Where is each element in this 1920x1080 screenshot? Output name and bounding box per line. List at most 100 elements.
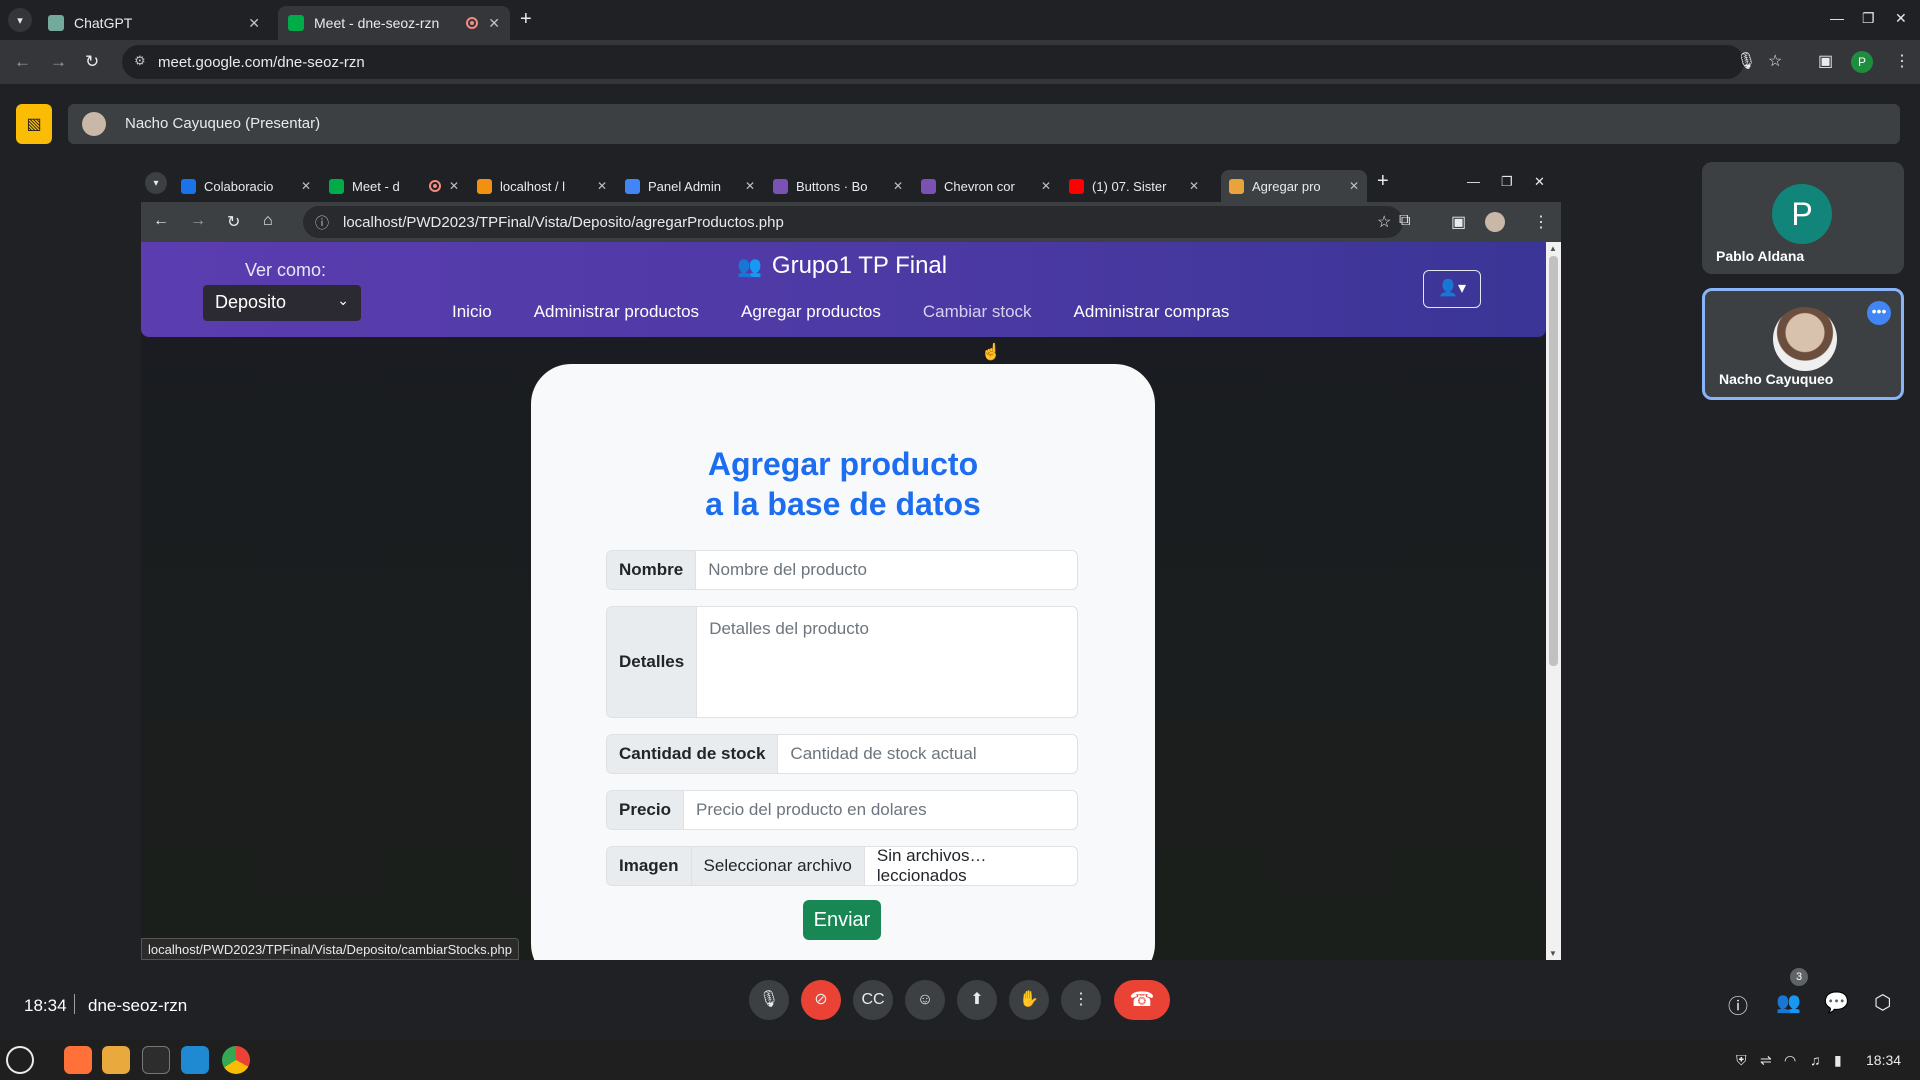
camera-button[interactable]: ⊘ [801, 980, 841, 1020]
info-icon[interactable]: ⓘ [315, 213, 329, 233]
stop-presenting-icon[interactable]: ▧ [16, 104, 52, 144]
chrome-icon[interactable] [222, 1046, 250, 1074]
avatar[interactable] [1485, 212, 1505, 232]
forward-icon[interactable]: → [190, 212, 206, 230]
stock-input[interactable]: Cantidad de stock actual [777, 734, 1078, 774]
close-tab-icon[interactable]: ✕ [745, 179, 755, 193]
new-tab-button[interactable]: + [1377, 170, 1389, 193]
menu-kebab-icon[interactable]: ⋮ [1894, 51, 1910, 71]
close-tab-icon[interactable]: ✕ [488, 15, 500, 32]
imagen-row: Imagen Seleccionar archivo Sin archivos…… [606, 846, 1078, 886]
side-panel-icon[interactable]: ▣ [1451, 212, 1466, 232]
submit-button[interactable]: Enviar [803, 900, 881, 940]
battery-icon[interactable]: ▮ [1834, 1052, 1842, 1069]
user-menu-button[interactable]: 👤▾ [1423, 270, 1481, 308]
nombre-input[interactable]: Nombre del producto [695, 550, 1078, 590]
present-button[interactable]: ⬆ [957, 980, 997, 1020]
close-window-icon[interactable]: ✕ [1534, 174, 1545, 190]
minimize-icon[interactable]: — [1830, 10, 1844, 26]
address-bar[interactable]: ⚙ meet.google.com/dne-seoz-rzn [122, 45, 1744, 79]
back-icon[interactable]: ← [14, 52, 31, 72]
close-tab-icon[interactable]: ✕ [1349, 179, 1359, 193]
raise-hand-button[interactable]: ✋ [1009, 980, 1049, 1020]
people-icon[interactable]: 👥 [1776, 990, 1801, 1015]
home-icon[interactable]: ⌂ [263, 212, 273, 230]
file-select-button[interactable]: Seleccionar archivo [690, 846, 865, 886]
meeting-info-icon[interactable]: ⓘ [1728, 990, 1748, 1019]
bookmark-star-icon[interactable]: ☆ [1377, 212, 1391, 232]
tab-search-icon[interactable]: ▾ [8, 8, 32, 32]
forward-icon[interactable]: → [50, 52, 67, 72]
files-icon[interactable] [102, 1046, 130, 1074]
presenter-name: Nacho Cayuqueo (Presentar) [125, 115, 321, 132]
new-tab-button[interactable]: + [520, 8, 532, 31]
close-tab-icon[interactable]: ✕ [1189, 179, 1199, 193]
bookmark-star-icon[interactable]: ☆ [1768, 51, 1782, 71]
wifi-icon[interactable]: ◠ [1784, 1052, 1796, 1069]
back-icon[interactable]: ← [153, 212, 169, 230]
profile-avatar[interactable]: P [1851, 51, 1873, 73]
more-options-button[interactable]: ⋮ [1061, 980, 1101, 1020]
page-scrollbar[interactable]: ▲ ▼ [1546, 242, 1561, 960]
nav-inicio[interactable]: Inicio [452, 302, 492, 322]
inner-tab[interactable]: Chevron cor ✕ [913, 170, 1059, 202]
precio-input[interactable]: Precio del producto en dolares [682, 790, 1078, 830]
scroll-down-icon[interactable]: ▼ [1549, 949, 1557, 958]
firefox-icon[interactable] [64, 1046, 92, 1074]
vscode-icon[interactable] [181, 1046, 209, 1074]
menu-kebab-icon[interactable]: ⋮ [1533, 212, 1549, 232]
extensions-icon[interactable]: ⧉ [1399, 212, 1410, 230]
close-tab-icon[interactable]: ✕ [449, 179, 459, 193]
reload-icon[interactable]: ↻ [85, 52, 99, 72]
restore-icon[interactable]: ❐ [1862, 10, 1875, 27]
close-tab-icon[interactable]: ✕ [301, 179, 311, 193]
microphone-button[interactable]: 🎙 [749, 980, 789, 1020]
tab-meet[interactable]: Meet - dne-seoz-rzn ✕ [278, 6, 510, 40]
inner-tab[interactable]: Panel Admin ✕ [617, 170, 763, 202]
role-select[interactable]: Deposito ⌄ [203, 285, 361, 321]
inner-tab[interactable]: (1) 07. Sister ✕ [1061, 170, 1207, 202]
close-tab-icon[interactable]: ✕ [597, 179, 607, 193]
recording-icon [466, 17, 479, 29]
close-tab-icon[interactable]: ✕ [893, 179, 903, 193]
emoji-button[interactable]: ☺ [905, 980, 945, 1020]
captions-button[interactable]: CC [853, 980, 893, 1020]
inner-tab[interactable]: Buttons · Bo ✕ [765, 170, 911, 202]
chat-icon[interactable]: 💬 [1824, 990, 1849, 1015]
more-options-icon[interactable]: ••• [1867, 301, 1891, 325]
nav-administrar-productos[interactable]: Administrar productos [534, 302, 699, 322]
tab-search-icon[interactable]: ▾ [145, 172, 167, 194]
leave-call-button[interactable]: ☎ [1114, 980, 1170, 1020]
scroll-up-icon[interactable]: ▲ [1549, 244, 1557, 253]
shield-icon[interactable]: ⛨ [1736, 1052, 1747, 1069]
inner-tab-active[interactable]: Agregar pro ✕ [1221, 170, 1367, 202]
microphone-icon[interactable]: 🎙 [1736, 51, 1756, 71]
inner-tab[interactable]: Meet - d ✕ [321, 170, 467, 202]
network-icon[interactable]: ⇌ [1760, 1052, 1772, 1069]
activities-icon[interactable]: ⬡ [1874, 990, 1891, 1015]
reload-icon[interactable]: ↻ [227, 212, 240, 232]
restore-icon[interactable]: ❐ [1501, 174, 1513, 190]
close-window-icon[interactable]: ✕ [1895, 10, 1907, 27]
nav-administrar-compras[interactable]: Administrar compras [1074, 302, 1230, 322]
tab-chatgpt[interactable]: ChatGPT ✕ [38, 6, 270, 40]
close-tab-icon[interactable]: ✕ [1041, 179, 1051, 193]
detalles-textarea[interactable]: Detalles del producto [696, 606, 1078, 718]
detalles-label: Detalles [606, 606, 697, 718]
nav-cambiar-stock[interactable]: Cambiar stock [923, 302, 1032, 322]
inner-tab[interactable]: localhost / l ✕ [469, 170, 615, 202]
terminal-icon[interactable] [142, 1046, 170, 1074]
inner-tab[interactable]: Colaboracio ✕ [173, 170, 319, 202]
nav-agregar-productos[interactable]: Agregar productos [741, 302, 881, 322]
site-settings-icon[interactable]: ⚙ [134, 53, 146, 69]
participant-tile[interactable]: ••• Nacho Cayuqueo [1702, 288, 1904, 400]
scroll-thumb[interactable] [1549, 256, 1558, 666]
site-brand[interactable]: 👥 Grupo1 TP Final [737, 252, 947, 280]
start-menu-icon[interactable] [6, 1046, 34, 1074]
audio-icon[interactable]: ♫ [1810, 1052, 1821, 1068]
participant-tile[interactable]: P Pablo Aldana [1702, 162, 1904, 274]
minimize-icon[interactable]: — [1467, 174, 1480, 189]
address-bar[interactable]: ⓘ localhost/PWD2023/TPFinal/Vista/Deposi… [303, 206, 1403, 238]
side-panel-icon[interactable]: ▣ [1818, 51, 1833, 71]
close-tab-icon[interactable]: ✕ [248, 15, 260, 32]
